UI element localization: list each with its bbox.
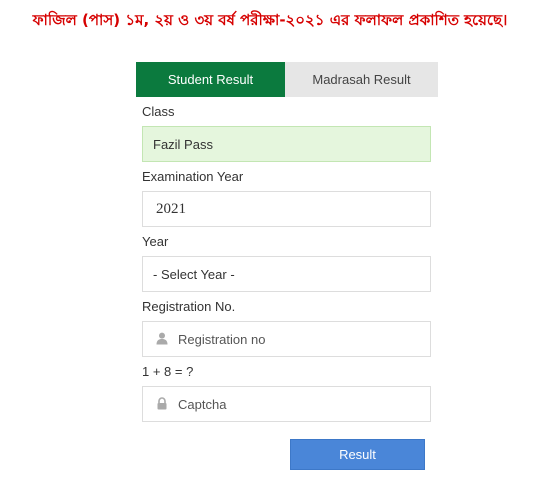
exam-year-input[interactable]: 2021 [142,191,431,227]
tab-madrasah-result[interactable]: Madrasah Result [285,62,438,97]
user-icon [156,332,170,346]
result-tabs: Student Result Madrasah Result [136,62,438,97]
year-select[interactable]: - Select Year - [142,256,431,292]
result-notice: ফাজিল (পাস) ১ম, ২য় ও ৩য় বর্ষ পরীক্ষা-২… [32,11,508,29]
class-select[interactable]: Fazil Pass [142,126,431,162]
result-button[interactable]: Result [290,439,425,470]
year-label: Year [142,234,169,249]
exam-year-value: 2021 [156,200,186,217]
exam-year-label: Examination Year [142,169,244,184]
captcha-placeholder: Captcha [178,396,227,412]
registration-label: Registration No. [142,299,236,314]
tab-student-result[interactable]: Student Result [136,62,285,97]
lock-icon [156,397,170,411]
captcha-input[interactable]: Captcha [142,386,431,422]
registration-input[interactable]: Registration no [142,321,431,357]
class-label: Class [142,104,175,119]
class-value: Fazil Pass [153,136,213,152]
captcha-question: 1 + 8 = ? [142,364,194,379]
year-select-value: - Select Year - [153,266,235,282]
registration-placeholder: Registration no [178,331,266,347]
